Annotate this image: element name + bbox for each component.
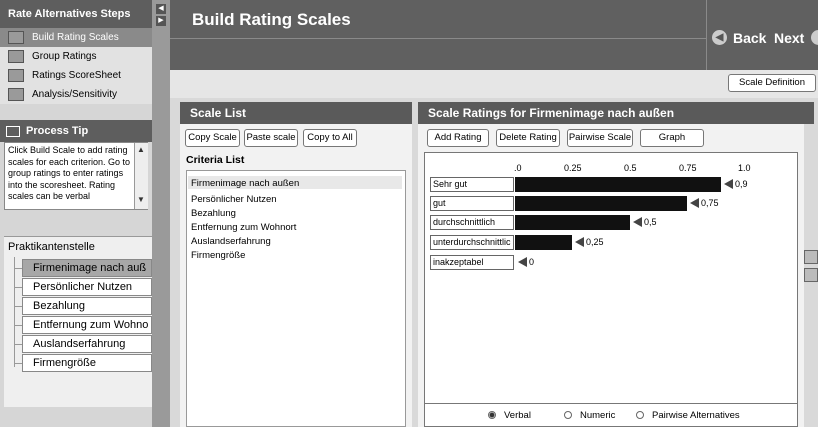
process-tip-header: Process Tip [0,120,152,142]
step-label: Group Ratings [32,51,97,62]
copy-scale-button[interactable]: Copy Scale [185,129,240,147]
criteria-item[interactable]: Bezahlung [191,208,236,219]
pairwise-alternatives-radio[interactable]: Pairwise Alternatives [636,410,740,421]
tree-line [14,325,22,326]
numeric-radio[interactable]: Numeric [564,410,615,421]
criteria-item[interactable]: Auslandserfahrung [191,236,271,247]
tip-scrollbar[interactable]: ▲ ▼ [134,143,148,209]
pairwise-scale-button[interactable]: Pairwise Scale [567,129,633,147]
header-divider [170,38,706,39]
process-tip-icon [6,126,20,137]
tree-node[interactable]: Persönlicher Nutzen [22,278,152,296]
tree-node[interactable]: Bezahlung [22,297,152,315]
rating-label[interactable]: inakzeptabel [430,255,514,270]
group-ratings-icon [8,50,24,63]
tree-node[interactable]: Firmenimage nach auß [22,259,152,277]
tick-label: 0.25 [564,163,582,173]
sub-toolbar [170,70,818,98]
delete-rating-button[interactable]: Delete Rating [496,129,560,147]
value-slider-icon[interactable] [724,179,733,189]
rating-scale-icon [8,31,24,44]
graph-button[interactable]: Graph [640,129,704,147]
next-button[interactable]: Next [774,30,804,46]
rating-label[interactable]: unterdurchschnittlic [430,235,514,250]
expand-right-icon[interactable]: ▶ [156,16,166,26]
rating-value: 0,5 [644,217,657,227]
tree-node[interactable]: Auslandserfahrung [22,335,152,353]
panel-splitter[interactable] [152,0,170,427]
tree-node[interactable]: Entfernung zum Wohno [22,316,152,334]
report-icon[interactable] [804,268,818,282]
step-label: Analysis/Sensitivity [32,89,118,100]
value-slider-icon[interactable] [575,237,584,247]
value-slider-icon[interactable] [633,217,642,227]
criteria-item[interactable]: Firmengröße [191,250,245,261]
rating-value: 0,9 [735,179,748,189]
process-tip-text: Click Build Scale to add rating scales f… [4,142,148,210]
rating-label[interactable]: Sehr gut [430,177,514,192]
rating-value: 0,25 [586,237,604,247]
collapse-left-icon[interactable]: ◀ [156,4,166,14]
steps-header: Rate Alternatives Steps [0,0,152,28]
step-label: Build Rating Scales [32,32,119,43]
back-arrow-icon[interactable]: ◀ [712,30,727,45]
rating-bar [515,177,721,192]
rating-chart [424,152,798,427]
scroll-up-icon[interactable]: ▲ [137,145,145,154]
rating-bar [515,196,687,211]
tick-label: 0.75 [679,163,697,173]
tree-line [14,268,22,269]
back-button[interactable]: Back [733,30,766,46]
tree-line [14,363,22,364]
step-label: Ratings ScoreSheet [32,70,121,81]
radio-dot[interactable] [488,411,496,419]
radio-dot[interactable] [636,411,644,419]
add-rating-button[interactable]: Add Rating [427,129,489,147]
criteria-list-title: Criteria List [186,154,245,166]
criteria-item[interactable]: Entfernung zum Wohnort [191,222,296,233]
tree-line [14,306,22,307]
radio-label: Verbal [504,410,531,421]
scale-definition-button[interactable]: Scale Definition [728,74,816,92]
page-title: Build Rating Scales [192,10,351,29]
export-icon[interactable] [804,250,818,264]
rating-bar [515,235,572,250]
tree-node[interactable]: Firmengröße [22,354,152,372]
criteria-item[interactable]: Firmenimage nach außen [191,178,299,189]
tick-label: 0.5 [624,163,637,173]
tick-label: .0 [514,163,522,173]
tree-root[interactable]: Praktikantenstelle [8,241,95,253]
nav-divider [706,0,707,70]
copy-to-all-button[interactable]: Copy to All [303,129,357,147]
value-slider-icon[interactable] [690,198,699,208]
verbal-radio[interactable]: Verbal [488,410,531,421]
tree-line [14,287,22,288]
radio-dot[interactable] [564,411,572,419]
scale-list-header: Scale List [180,102,412,124]
radio-label: Numeric [580,410,616,421]
analysis-icon [8,88,24,101]
scale-ratings-header: Scale Ratings for Firmenimage nach außen [418,102,814,124]
value-slider-icon[interactable] [518,257,527,267]
step-analysis-sensitivity[interactable]: Analysis/Sensitivity [0,85,152,104]
tick-label: 1.0 [738,163,751,173]
rating-value: 0,75 [701,198,719,208]
rating-value: 0 [529,257,535,267]
radio-label: Pairwise Alternatives [652,410,740,421]
tree-line [14,344,22,345]
scoresheet-icon [8,69,24,82]
scroll-down-icon[interactable]: ▼ [137,195,145,204]
rating-bar [515,215,630,230]
tree-line [14,257,15,367]
step-ratings-scoresheet[interactable]: Ratings ScoreSheet [0,66,152,85]
rating-label[interactable]: durchschnittlich [430,215,514,230]
paste-scale-button[interactable]: Paste scale [244,129,298,147]
rating-label[interactable]: gut [430,196,514,211]
step-build-rating-scales[interactable]: Build Rating Scales [0,28,152,47]
step-group-ratings[interactable]: Group Ratings [0,47,152,66]
criteria-item[interactable]: Persönlicher Nutzen [191,194,277,205]
